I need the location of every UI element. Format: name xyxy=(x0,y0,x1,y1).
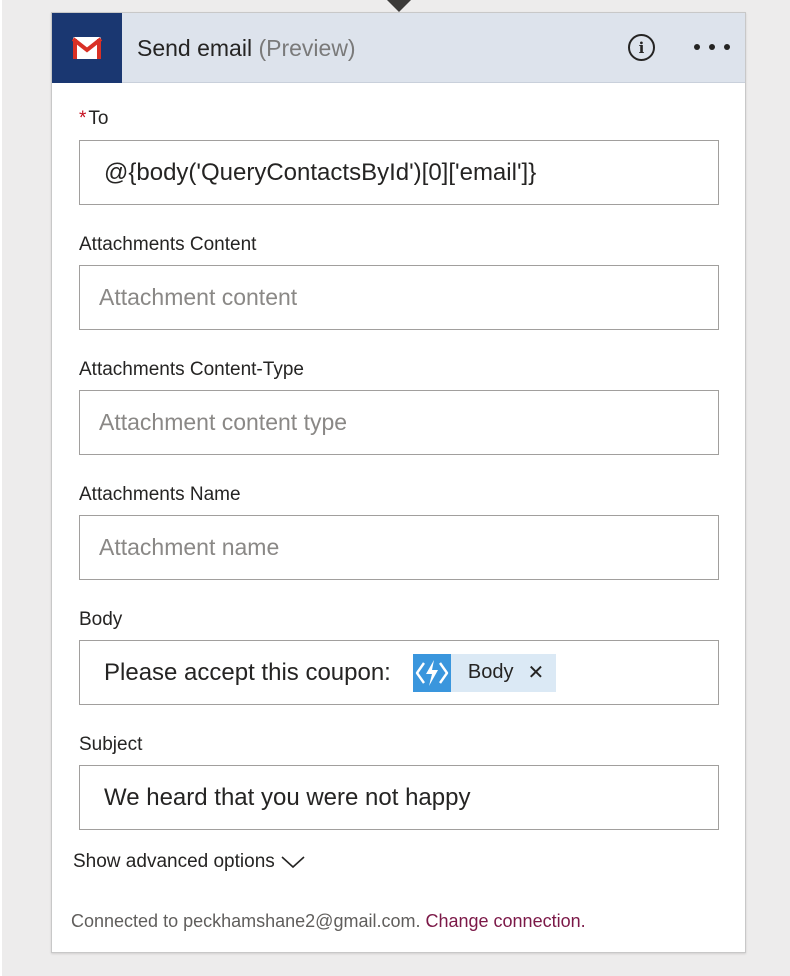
card-title-text: Send email xyxy=(137,35,253,61)
attachments-name-input[interactable]: Attachment name xyxy=(79,515,719,580)
attachments-content-input[interactable]: Attachment content xyxy=(79,265,719,330)
flow-connector-arrow xyxy=(387,0,411,12)
attachments-name-placeholder: Attachment name xyxy=(99,534,280,560)
token-remove-icon[interactable]: ✕ xyxy=(527,663,556,683)
gmail-icon xyxy=(52,13,122,83)
connected-text: Connected to peckhamshane2@gmail.com. xyxy=(71,911,421,931)
to-input[interactable]: @{body('QueryContactsById')[0]['email']} xyxy=(79,140,719,205)
token-label: Body xyxy=(467,661,514,683)
attachments-name-label: Attachments Name xyxy=(79,484,241,505)
canvas-edge xyxy=(0,0,2,976)
send-email-action-card: Send email (Preview) i * To @{body('Query… xyxy=(51,12,746,953)
attachments-content-type-input[interactable]: Attachment content type xyxy=(79,390,719,455)
body-text: Please accept this coupon: xyxy=(104,658,391,686)
subject-input[interactable]: We heard that you were not happy xyxy=(79,765,719,830)
advanced-options-label: Show advanced options xyxy=(73,851,275,872)
attachments-content-placeholder: Attachment content xyxy=(99,284,298,310)
body-input[interactable]: Please accept this coupon: Body ✕ xyxy=(79,640,719,705)
attachments-content-label: Attachments Content xyxy=(79,234,257,255)
show-advanced-options-link[interactable]: Show advanced options xyxy=(73,851,305,873)
connection-footer: Connected to peckhamshane2@gmail.com. Ch… xyxy=(71,911,586,932)
dynamic-content-token-body[interactable]: Body ✕ xyxy=(412,653,557,692)
more-options-icon[interactable] xyxy=(694,35,730,59)
chevron-down-icon xyxy=(281,856,305,869)
attachments-content-type-label: Attachments Content-Type xyxy=(79,359,304,380)
azure-function-icon xyxy=(412,653,451,692)
change-connection-link[interactable]: Change connection. xyxy=(425,911,585,931)
card-title: Send email (Preview) xyxy=(137,35,356,62)
preview-label: (Preview) xyxy=(258,35,356,61)
required-marker: * xyxy=(79,108,87,129)
card-header[interactable]: Send email (Preview) i xyxy=(52,13,745,83)
to-label: * To xyxy=(79,108,108,130)
to-label-text: To xyxy=(88,108,109,129)
body-label: Body xyxy=(79,609,123,630)
attachments-content-type-placeholder: Attachment content type xyxy=(99,409,348,435)
subject-label: Subject xyxy=(79,734,143,755)
info-icon[interactable]: i xyxy=(628,34,655,61)
to-value: @{body('QueryContactsById')[0]['email']} xyxy=(104,158,537,186)
subject-value: We heard that you were not happy xyxy=(104,783,471,811)
